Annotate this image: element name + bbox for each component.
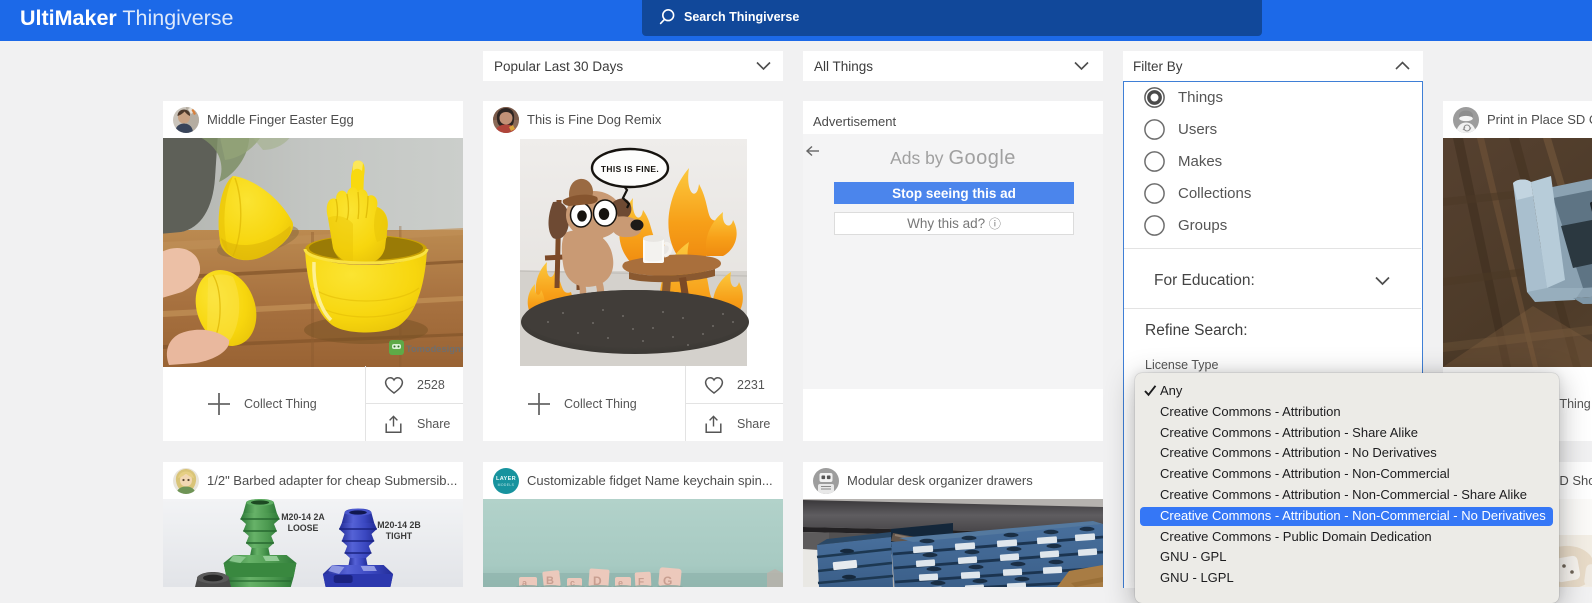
svg-text:MODELS: MODELS [498, 483, 515, 487]
svg-text:M20-14 2A: M20-14 2A [281, 512, 325, 522]
svg-text:Tomodesigns: Tomodesigns [406, 344, 463, 354]
svg-text:THIS IS FINE.: THIS IS FINE. [601, 164, 659, 174]
svg-text:LAYER: LAYER [496, 476, 516, 482]
svg-text:M20-14 2B: M20-14 2B [377, 520, 421, 530]
svg-text:LOOSE: LOOSE [288, 523, 319, 533]
svg-text:TIGHT: TIGHT [386, 531, 413, 541]
